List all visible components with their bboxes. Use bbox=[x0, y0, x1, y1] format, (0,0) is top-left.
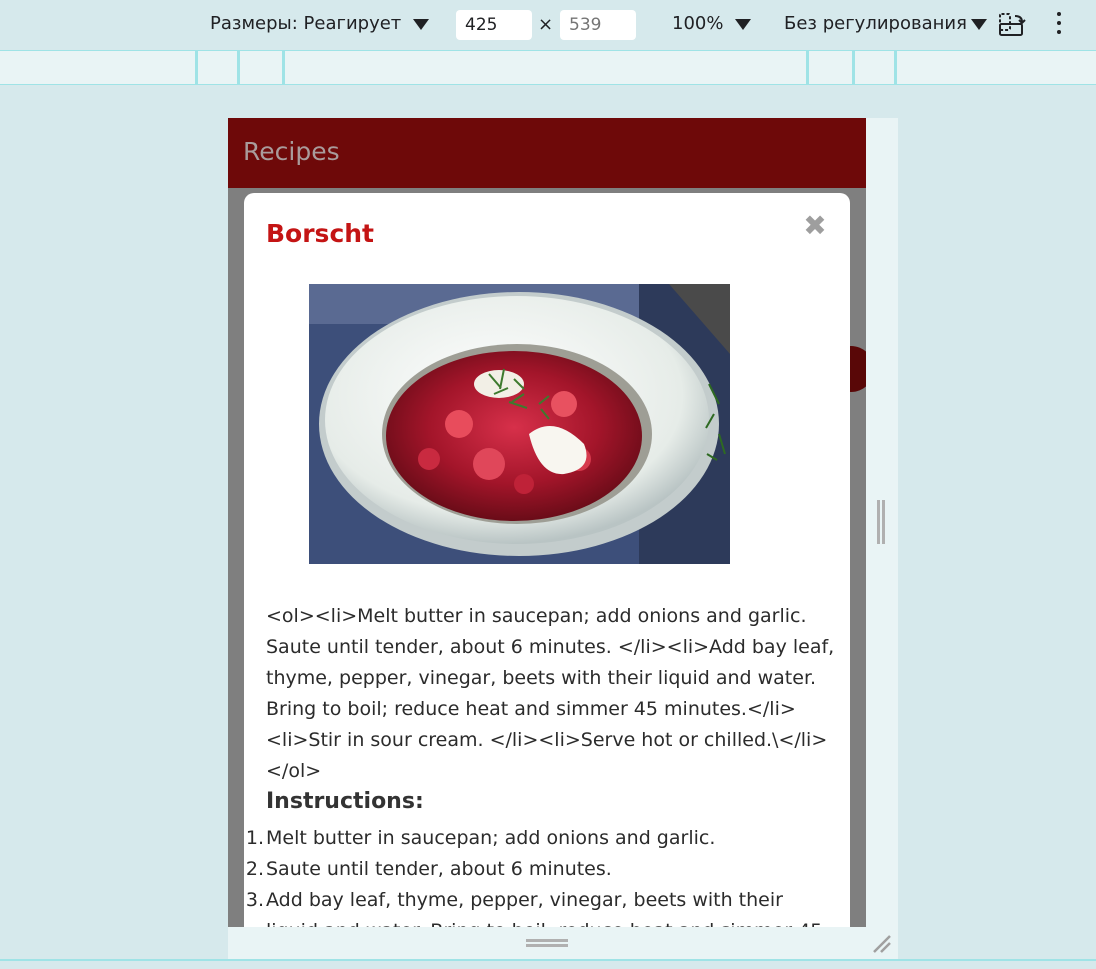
dimensions-dropdown[interactable]: Размеры: Реагирует bbox=[210, 13, 430, 34]
dropdown-triangle-icon bbox=[413, 18, 430, 30]
zoom-label: 100% bbox=[672, 13, 724, 34]
close-icon[interactable]: ✖ bbox=[800, 211, 830, 241]
list-item: 3. Add bay leaf, thyme, pepper, vinegar, … bbox=[246, 885, 836, 927]
zoom-dropdown[interactable]: 100% bbox=[672, 13, 752, 34]
app-title: Recipes bbox=[243, 137, 340, 166]
throttle-dropdown[interactable]: Без регулирования bbox=[784, 13, 987, 34]
step-number: 1. bbox=[245, 827, 264, 849]
times-sign: × bbox=[538, 14, 554, 35]
more-options-icon[interactable] bbox=[1051, 12, 1067, 38]
dimensions-label: Размеры: Реагирует bbox=[210, 13, 402, 34]
app-header: Recipes bbox=[228, 118, 866, 188]
bottom-resize-handle[interactable] bbox=[526, 939, 568, 947]
media-query-marker[interactable] bbox=[195, 51, 198, 84]
height-input[interactable] bbox=[560, 10, 636, 40]
media-query-marker[interactable] bbox=[806, 51, 809, 84]
media-query-marker[interactable] bbox=[237, 51, 240, 84]
dropdown-triangle-icon bbox=[735, 18, 752, 30]
media-query-bar[interactable] bbox=[0, 51, 1096, 85]
recipe-image bbox=[309, 284, 730, 564]
list-item: 2. Saute until tender, about 6 minutes. bbox=[246, 854, 836, 885]
step-text: Saute until tender, about 6 minutes. bbox=[266, 858, 612, 880]
step-number: 3. bbox=[245, 889, 264, 911]
devtools-device-toolbar: Размеры: Реагирует × 100% Без регулирова… bbox=[0, 0, 1096, 51]
instructions-heading: Instructions: bbox=[266, 789, 424, 814]
media-query-marker[interactable] bbox=[894, 51, 897, 84]
recipe-raw-text: <ol><li>Melt butter in saucepan; add oni… bbox=[266, 605, 835, 782]
recipe-modal: Borscht ✖ <ol><li>Melt butter in saucepa… bbox=[244, 193, 850, 927]
resize-handle-icon[interactable] bbox=[870, 932, 892, 954]
step-text: Melt butter in saucepan; add onions and … bbox=[266, 827, 716, 849]
throttle-label: Без регулирования bbox=[784, 13, 967, 34]
modal-title: Borscht bbox=[266, 219, 375, 248]
right-resize-handle[interactable] bbox=[877, 500, 885, 544]
rotate-device-icon[interactable] bbox=[997, 12, 1027, 38]
step-number: 2. bbox=[245, 858, 264, 880]
instructions-list: 1. Melt butter in saucepan; add onions an… bbox=[246, 823, 836, 927]
dropdown-triangle-icon bbox=[970, 18, 987, 30]
media-query-marker[interactable] bbox=[852, 51, 855, 84]
step-text: Add bay leaf, thyme, pepper, vinegar, be… bbox=[266, 889, 822, 927]
media-query-marker[interactable] bbox=[282, 51, 285, 84]
width-input[interactable] bbox=[456, 10, 532, 40]
list-item: 1. Melt butter in saucepan; add onions an… bbox=[246, 823, 836, 854]
window-bottom-edge bbox=[0, 959, 1096, 969]
emulated-viewport: Recipes Borscht ✖ <ol><li>Melt butter in… bbox=[228, 118, 866, 927]
